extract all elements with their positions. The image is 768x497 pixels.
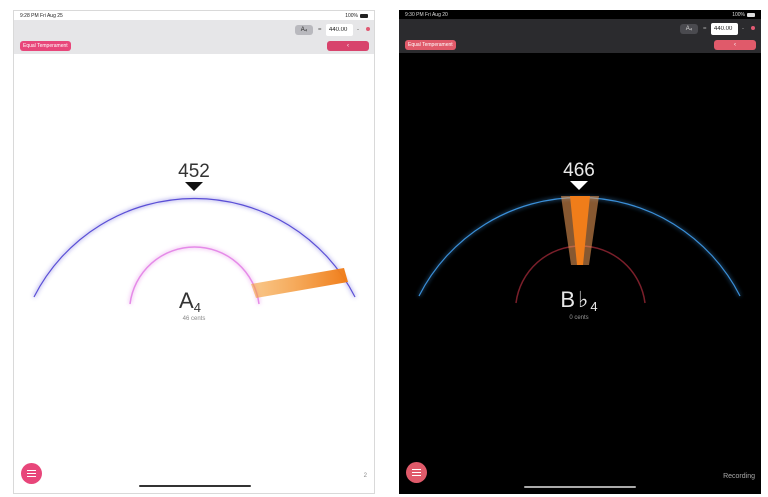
reference-frequency-input[interactable] xyxy=(326,24,353,36)
temperament-button[interactable]: Equal Temperament xyxy=(405,40,456,50)
battery-percent: 100% xyxy=(732,12,745,18)
temperament-button[interactable]: Equal Temperament xyxy=(20,41,71,51)
increment-button[interactable] xyxy=(751,24,755,34)
status-bar: 9:30 PM Fri Aug 20 100% xyxy=(399,10,761,19)
reference-note-button[interactable]: A₄ xyxy=(295,25,313,35)
reference-note-button[interactable]: A₄ xyxy=(680,24,698,34)
pointer-triangle-icon xyxy=(570,181,588,190)
battery-percent: 100% xyxy=(345,13,358,19)
pointer-triangle-icon xyxy=(185,182,203,191)
equals-label: = xyxy=(318,27,322,33)
home-indicator[interactable] xyxy=(524,486,636,488)
needle xyxy=(251,268,348,298)
note-name: B ♭ 4 xyxy=(560,287,597,314)
status-battery: 100% xyxy=(345,13,368,19)
note-octave: 4 xyxy=(194,300,201,315)
plus-dot-icon xyxy=(366,27,370,31)
page-indicator: 2 xyxy=(363,473,367,479)
note-octave: 4 xyxy=(590,299,597,314)
inner-arc xyxy=(129,246,260,305)
note-accidental: ♭ xyxy=(578,287,588,312)
status-bar: 9:28 PM Fri Aug 25 100% xyxy=(14,11,374,20)
dark-mode-screen: 9:30 PM Fri Aug 20 100% A₄ = - Equal Tem… xyxy=(399,10,761,494)
light-mode-screen: 9:28 PM Fri Aug 25 100% A₄ = - Equal Tem… xyxy=(13,10,375,494)
decrement-button[interactable]: - xyxy=(742,24,744,34)
cents-offset: 0 cents xyxy=(569,315,588,321)
hamburger-icon xyxy=(412,469,421,476)
note-letter: A xyxy=(179,288,194,313)
plus-dot-icon xyxy=(751,26,755,30)
note-name: A4 xyxy=(179,288,201,315)
status-time: 9:28 PM Fri Aug 25 xyxy=(20,13,63,19)
status-time: 9:30 PM Fri Aug 20 xyxy=(405,12,448,18)
recording-status: Recording xyxy=(723,473,755,480)
increment-button[interactable] xyxy=(366,25,370,35)
decrement-button[interactable]: - xyxy=(357,25,359,35)
detected-frequency: 452 xyxy=(178,161,210,182)
back-button[interactable]: ‹ xyxy=(714,40,756,50)
detected-frequency: 466 xyxy=(563,160,595,181)
equals-label: = xyxy=(703,26,707,32)
hamburger-icon xyxy=(27,470,36,477)
tuner-gauge: 452 A4 46 cents xyxy=(33,161,356,322)
back-button[interactable]: ‹ xyxy=(327,41,369,51)
menu-button[interactable] xyxy=(21,463,42,484)
battery-icon xyxy=(747,12,755,17)
menu-button[interactable] xyxy=(406,462,427,483)
reference-frequency-input[interactable] xyxy=(711,23,738,35)
battery-icon xyxy=(360,13,368,18)
status-battery: 100% xyxy=(732,12,755,18)
home-indicator[interactable] xyxy=(139,485,251,487)
note-letter: B xyxy=(560,287,575,312)
tuner-gauge: 466 B ♭ 4 0 cents xyxy=(418,160,741,321)
cents-offset: 46 cents xyxy=(183,316,206,322)
